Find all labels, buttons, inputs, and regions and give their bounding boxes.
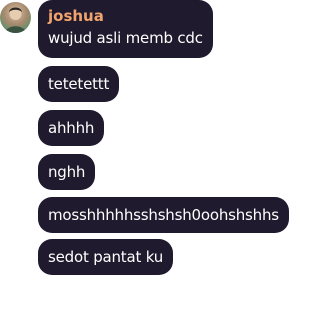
message-text: tetetettt bbox=[48, 75, 110, 93]
message-bubble[interactable]: mosshhhhhsshshsh0oohshshhs bbox=[38, 197, 289, 233]
message-bubble[interactable]: sedot pantat ku bbox=[38, 239, 174, 275]
message-text: nghh bbox=[48, 163, 86, 181]
user-avatar-icon bbox=[5, 7, 26, 33]
sender-name[interactable]: joshua bbox=[48, 8, 203, 24]
message-bubble[interactable]: ahhhh bbox=[38, 110, 105, 146]
message-bubble[interactable]: joshua wujud asli memb cdc bbox=[38, 0, 213, 58]
avatar[interactable] bbox=[0, 2, 31, 33]
message-bubble[interactable]: nghh bbox=[38, 154, 96, 190]
message-text: ahhhh bbox=[48, 119, 95, 137]
message-text: sedot pantat ku bbox=[48, 248, 164, 266]
message-text: wujud asli memb cdc bbox=[48, 29, 203, 47]
message-text: mosshhhhhsshshsh0oohshshhs bbox=[48, 206, 279, 224]
message-bubble[interactable]: tetetettt bbox=[38, 66, 120, 102]
